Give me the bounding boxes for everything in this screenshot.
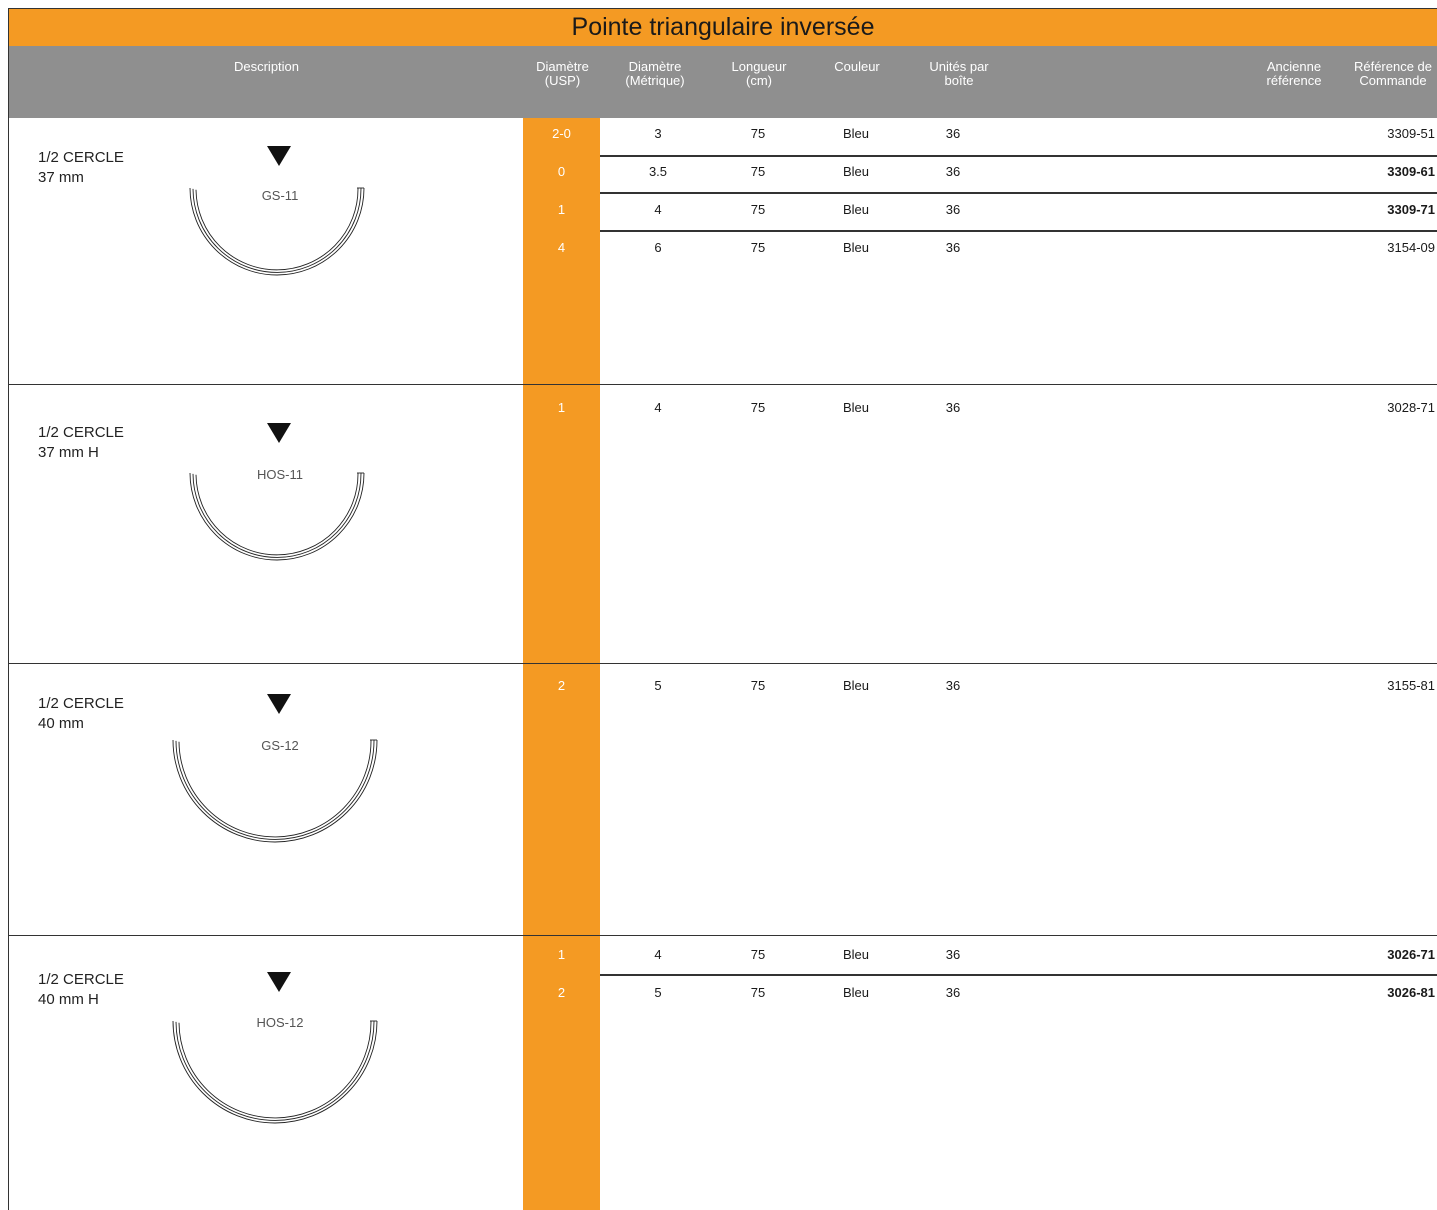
diameter-metric-cell: 5 (654, 678, 662, 693)
length-cell: 75 (750, 240, 766, 255)
table-row: 2 5 75 Bleu 36 3026-81 (523, 978, 1437, 1008)
left-border (8, 118, 9, 1210)
reverse-cutting-triangle-icon (267, 694, 291, 714)
diameter-usp-cell: 2-0 (552, 126, 571, 141)
half-circle-needle-icon (172, 739, 378, 843)
color-cell: Bleu (842, 240, 870, 255)
section-divider (8, 384, 1437, 385)
section-divider (8, 935, 1437, 936)
diameter-usp-cell: 1 (557, 202, 566, 217)
units-per-box-cell: 36 (945, 240, 961, 255)
diameter-usp-cell: 4 (557, 240, 566, 255)
color-cell: Bleu (842, 678, 870, 693)
color-cell: Bleu (842, 400, 870, 415)
needle-curvature: 1/2 CERCLE (38, 149, 124, 166)
needle-length: 40 mm (38, 715, 84, 732)
diameter-metric-cell: 3.5 (648, 164, 668, 179)
half-circle-needle-icon (172, 1020, 378, 1124)
order-reference-cell: 3028-71 (1387, 400, 1435, 415)
units-per-box-cell: 36 (945, 164, 961, 179)
table-row: 0 3.5 75 Bleu 36 3309-61 (523, 157, 1437, 187)
header-description: Description (233, 59, 300, 74)
diameter-usp-cell: 0 (557, 164, 566, 179)
table-row: 1 4 75 Bleu 36 3309-71 (523, 195, 1437, 225)
row-divider (600, 192, 1437, 194)
diameter-metric-cell: 5 (654, 985, 662, 1000)
table-row: 1 4 75 Bleu 36 3026-71 (523, 940, 1437, 970)
table-row: 1 4 75 Bleu 36 3028-71 (523, 393, 1437, 423)
diameter-metric-cell: 4 (654, 202, 662, 217)
length-cell: 75 (750, 202, 766, 217)
header-order-reference: Référence de Commande (1353, 59, 1433, 88)
needle-description: 1/2 CERCLE 40 mm H (38, 970, 124, 1010)
reverse-cutting-triangle-icon (267, 146, 291, 166)
needle-length: 40 mm H (38, 991, 99, 1008)
needle-description: 1/2 CERCLE 40 mm (38, 694, 124, 734)
section-divider (8, 663, 1437, 664)
needle-length: 37 mm (38, 169, 84, 186)
needle-curvature: 1/2 CERCLE (38, 424, 124, 441)
header-color: Couleur (834, 59, 880, 74)
color-cell: Bleu (842, 985, 870, 1000)
color-cell: Bleu (842, 126, 870, 141)
half-circle-needle-icon (189, 187, 365, 276)
reverse-cutting-triangle-icon (267, 972, 291, 992)
units-per-box-cell: 36 (945, 947, 961, 962)
diameter-metric-cell: 6 (654, 240, 662, 255)
length-cell: 75 (750, 678, 766, 693)
order-reference-cell: 3026-71 (1387, 947, 1435, 962)
order-reference-cell: 3309-51 (1387, 126, 1435, 141)
color-cell: Bleu (842, 947, 870, 962)
header-units-per-box: Unités par boîte (929, 59, 989, 88)
diameter-usp-cell: 1 (557, 947, 566, 962)
diameter-usp-cell: 2 (557, 678, 566, 693)
order-reference-cell: 3309-71 (1387, 202, 1435, 217)
header-diameter-usp: Diamètre (USP) (536, 59, 589, 88)
table-header: Description Diamètre (USP) Diamètre (Métri… (8, 46, 1437, 118)
page-title: Pointe triangulaire inversée (8, 8, 1437, 46)
row-divider (600, 230, 1437, 232)
diameter-usp-cell: 1 (557, 400, 566, 415)
row-divider (600, 974, 1437, 976)
usp-column-band (523, 118, 600, 1210)
table-row: 2 5 75 Bleu 36 3155-81 (523, 671, 1437, 701)
units-per-box-cell: 36 (945, 985, 961, 1000)
order-reference-cell: 3155-81 (1387, 678, 1435, 693)
header-diameter-metric: Diamètre (Métrique) (625, 59, 685, 88)
diameter-metric-cell: 3 (654, 126, 662, 141)
length-cell: 75 (750, 400, 766, 415)
header-old-reference: Ancienne référence (1266, 59, 1322, 88)
diameter-metric-cell: 4 (654, 947, 662, 962)
units-per-box-cell: 36 (945, 678, 961, 693)
color-cell: Bleu (842, 202, 870, 217)
header-length: Longueur (cm) (731, 59, 787, 88)
needle-description: 1/2 CERCLE 37 mm (38, 148, 124, 188)
units-per-box-cell: 36 (945, 400, 961, 415)
length-cell: 75 (750, 947, 766, 962)
needle-curvature: 1/2 CERCLE (38, 971, 124, 988)
diameter-metric-cell: 4 (654, 400, 662, 415)
needle-description: 1/2 CERCLE 37 mm H (38, 423, 124, 463)
reverse-cutting-triangle-icon (267, 423, 291, 443)
color-cell: Bleu (842, 164, 870, 179)
needle-curvature: 1/2 CERCLE (38, 695, 124, 712)
order-reference-cell: 3154-09 (1387, 240, 1435, 255)
table-row: 4 6 75 Bleu 36 3154-09 (523, 233, 1437, 263)
length-cell: 75 (750, 985, 766, 1000)
needle-length: 37 mm H (38, 444, 99, 461)
order-reference-cell: 3309-61 (1387, 164, 1435, 179)
half-circle-needle-icon (189, 472, 365, 561)
units-per-box-cell: 36 (945, 202, 961, 217)
length-cell: 75 (750, 126, 766, 141)
diameter-usp-cell: 2 (557, 985, 566, 1000)
order-reference-cell: 3026-81 (1387, 985, 1435, 1000)
table-row: 2-0 3 75 Bleu 36 3309-51 (523, 119, 1437, 149)
length-cell: 75 (750, 164, 766, 179)
units-per-box-cell: 36 (945, 126, 961, 141)
